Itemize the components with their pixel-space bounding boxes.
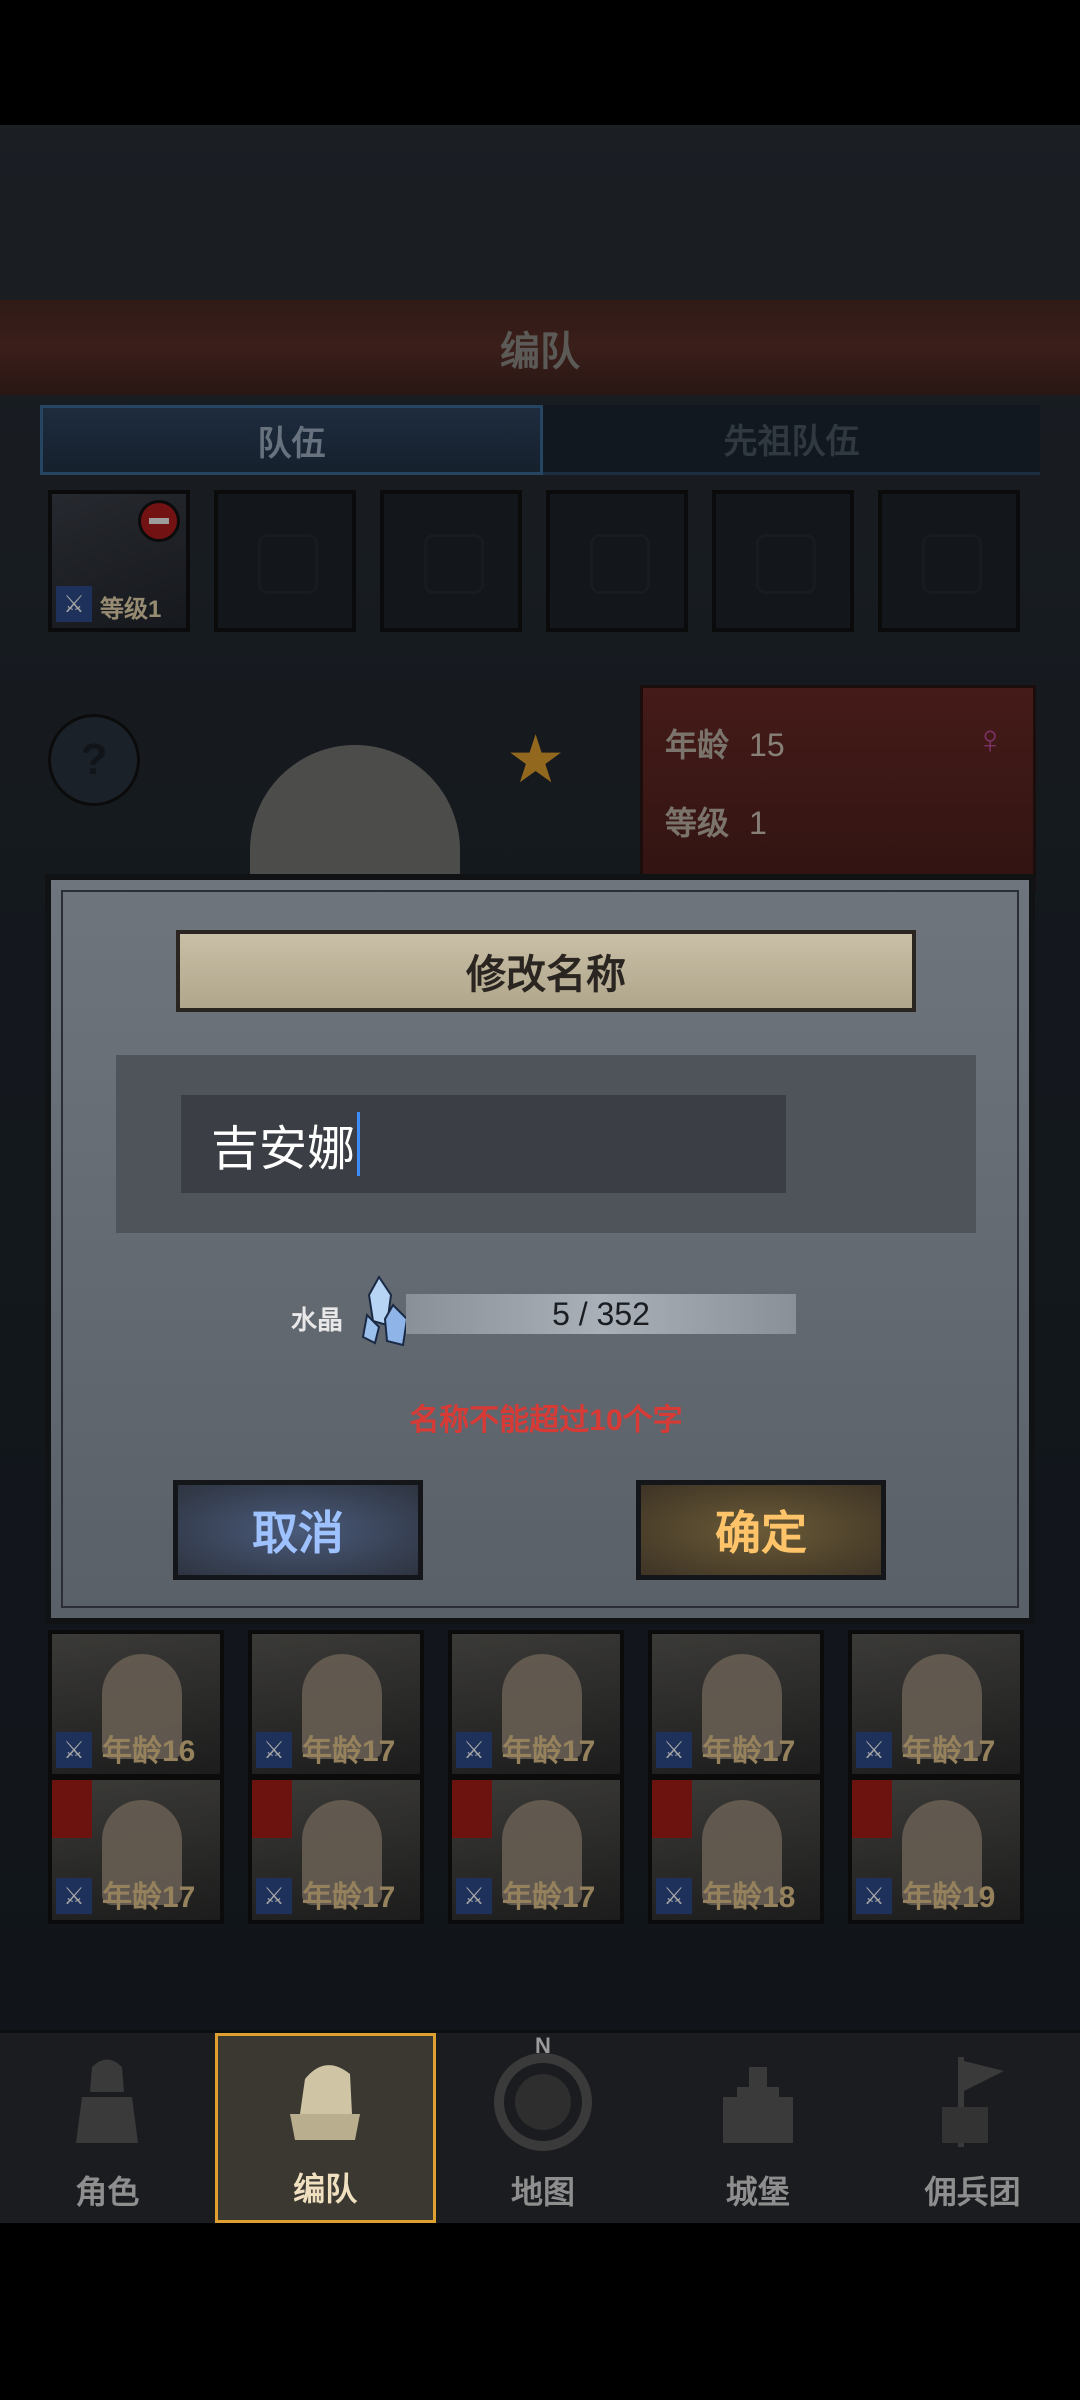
knight-icon — [76, 2059, 139, 2143]
bottom-nav: 角色 编队 N 地图 城堡 佣兵团 — [0, 2030, 1080, 2223]
nav-label: 城堡 — [725, 2174, 790, 2210]
rename-dialog: 修改名称 吉安娜 水晶 5 / 352 名称不能超过10个字 取消 确定 — [45, 874, 1035, 1624]
nav-label: 地图 — [510, 2174, 575, 2210]
nav-label: 编队 — [293, 2171, 358, 2207]
compass-north: N — [535, 2033, 551, 2058]
cancel-button[interactable]: 取消 — [173, 1480, 423, 1580]
nav-map[interactable]: N 地图 — [436, 2033, 651, 2223]
name-input-value: 吉安娜 — [211, 1123, 356, 1176]
text-caret — [357, 1112, 361, 1176]
dialog-title: 修改名称 — [176, 930, 916, 1012]
nav-character[interactable]: 角色 — [0, 2033, 215, 2223]
nav-label: 佣兵团 — [924, 2174, 1021, 2210]
confirm-button[interactable]: 确定 — [636, 1480, 886, 1580]
mercenary-flag-icon — [941, 2057, 1004, 2147]
nav-castle[interactable]: 城堡 — [650, 2033, 865, 2223]
nav-mercenary[interactable]: 佣兵团 — [865, 2033, 1080, 2223]
castle-icon — [722, 2067, 793, 2143]
nav-label: 角色 — [75, 2174, 140, 2210]
nav-formation[interactable]: 编队 — [214, 2033, 436, 2223]
cost-value: 5 / 352 — [406, 1294, 796, 1334]
warning-text: 名称不能超过10个字 — [409, 1404, 683, 1437]
compass-map-icon — [493, 2053, 592, 2151]
formation-helmet-icon — [290, 2065, 361, 2140]
name-input[interactable]: 吉安娜 — [181, 1095, 786, 1193]
cost-label: 水晶 — [291, 1305, 344, 1335]
crystal-icon — [361, 1275, 409, 1347]
